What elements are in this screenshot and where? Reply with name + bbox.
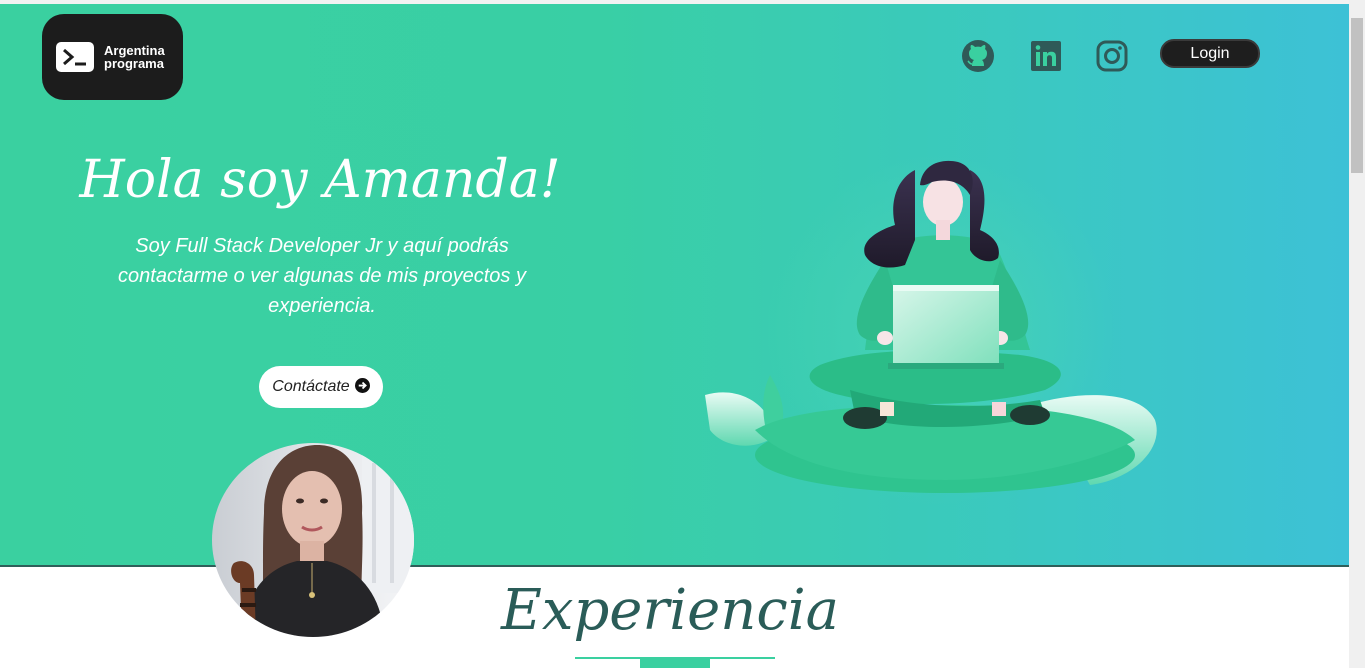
arrow-right-circle-icon: [354, 377, 370, 397]
woman-laptop-illustration: [700, 150, 1170, 510]
instagram-icon[interactable]: [1094, 38, 1130, 74]
contact-button[interactable]: Contáctate: [259, 366, 383, 408]
argentina-programa-logo[interactable]: Argentina programa: [42, 14, 183, 100]
terminal-icon: [56, 42, 94, 72]
logo-text: Argentina programa: [104, 44, 165, 70]
hero-divider: [0, 565, 1349, 567]
login-button[interactable]: Login: [1160, 39, 1260, 68]
hero-title: Hola soy Amanda!: [79, 150, 561, 210]
scrollbar-thumb[interactable]: [1351, 18, 1363, 173]
hero-subtitle: Soy Full Stack Developer Jr y aquí podrá…: [118, 235, 526, 317]
linkedin-icon[interactable]: [1028, 38, 1064, 74]
experience-heading: Experiencia: [501, 578, 839, 643]
profile-photo: [212, 443, 414, 637]
portfolio-page: Argentina programa Login Hola soy Amanda…: [0, 0, 1365, 668]
contact-label: Contáctate: [272, 378, 350, 395]
github-icon[interactable]: [960, 38, 996, 74]
heading-underline-accent: [640, 658, 710, 668]
logo-line-2: programa: [104, 56, 164, 71]
